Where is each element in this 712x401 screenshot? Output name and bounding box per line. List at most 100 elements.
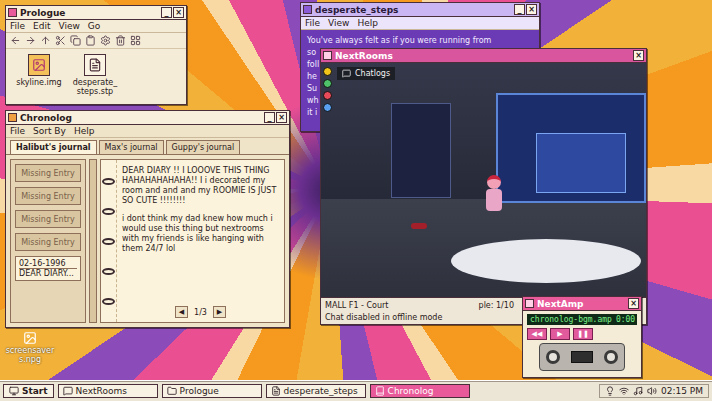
- menu-bar: File Edit View Go: [6, 20, 186, 33]
- gear-icon[interactable]: [100, 35, 111, 46]
- pager: ◀ 1/3 ▶: [122, 306, 279, 318]
- emote-icon[interactable]: [323, 91, 332, 100]
- up-icon[interactable]: [40, 35, 51, 46]
- entry-card[interactable]: Missing Entry: [15, 187, 81, 205]
- player-button[interactable]: ▶: [550, 328, 570, 340]
- menu-item[interactable]: View: [328, 18, 349, 28]
- page-count: 1/3: [194, 308, 207, 317]
- window-controls: ×: [633, 50, 644, 61]
- menu-item[interactable]: View: [59, 21, 80, 31]
- file-item[interactable]: desperate_steps.stp: [72, 54, 118, 96]
- entry-label: DEAR DIARY...: [19, 269, 77, 278]
- ring-icon: [102, 298, 115, 305]
- litter: [411, 223, 427, 229]
- grid-icon[interactable]: [130, 35, 141, 46]
- entry-label: Missing Entry: [19, 215, 77, 224]
- story-line: You've always felt as if you were runnin…: [307, 35, 533, 47]
- task-button[interactable]: Chronolog: [370, 384, 470, 398]
- pillar: [391, 103, 451, 198]
- entry-list: Missing Entry Missing Entry Missing Entry M…: [10, 159, 86, 323]
- avatar-head[interactable]: [487, 175, 501, 189]
- emote-icon[interactable]: [323, 79, 332, 88]
- task-button[interactable]: NextRooms: [58, 384, 158, 398]
- window-control-button[interactable]: ×: [276, 112, 287, 123]
- entry-label: Missing Entry: [19, 192, 77, 201]
- entry-date: 02-16-1996: [19, 259, 77, 269]
- window-title: desperate_steps: [315, 5, 511, 15]
- file-item[interactable]: skyline.img: [16, 54, 62, 96]
- nextrooms-window: NextRooms×ChatlogsMALL F1 - Courtple: 1/…: [320, 48, 647, 325]
- menu-item[interactable]: Help: [357, 18, 378, 28]
- window-title: NextRooms: [335, 51, 630, 61]
- window-control-button[interactable]: _: [264, 112, 275, 123]
- window-control-button[interactable]: _: [514, 4, 525, 15]
- journal-paragraph: DEAR DIARY !! I LOOOVE THIS THING HAHAHA…: [122, 166, 279, 206]
- player-button[interactable]: ◀◀: [527, 328, 547, 340]
- menu-item[interactable]: Help: [74, 126, 95, 136]
- page-content: DEAR DIARY !! I LOOOVE THIS THING HAHAHA…: [117, 160, 284, 322]
- document-file-icon: [84, 54, 106, 76]
- avatar-body[interactable]: [486, 189, 502, 211]
- menu-item[interactable]: File: [10, 126, 25, 136]
- journal-tab[interactable]: Guppy's journal: [166, 140, 241, 154]
- entry-card[interactable]: Missing Entry: [15, 233, 81, 251]
- player-body: chronolog-bgm.amp0:00◀◀▶❚❚: [523, 311, 641, 377]
- nextamp-window: NextAmp×chronolog-bgm.amp0:00◀◀▶❚❚: [522, 296, 642, 378]
- trash-icon[interactable]: [115, 35, 126, 46]
- copy-icon[interactable]: [70, 35, 81, 46]
- volume-icon[interactable]: [647, 386, 657, 396]
- window-control-button[interactable]: ×: [526, 4, 537, 15]
- emote-icon[interactable]: [323, 67, 332, 76]
- chatlogs-label: Chatlogs: [355, 69, 390, 78]
- menu-item[interactable]: File: [305, 18, 320, 28]
- title-bar[interactable]: desperate_steps_×: [301, 3, 539, 17]
- menu-item[interactable]: Sort By: [33, 126, 66, 136]
- window-title: NextAmp: [537, 299, 625, 309]
- journal-tab[interactable]: Halibut's journal: [10, 140, 97, 154]
- window-control-button[interactable]: ×: [633, 50, 644, 61]
- title-bar[interactable]: NextRooms×: [321, 49, 646, 63]
- next-page-button[interactable]: ▶: [213, 306, 226, 318]
- window-icon: [8, 8, 17, 17]
- desktop-icon[interactable]: screensavers.npg: [4, 331, 56, 364]
- scrollbar[interactable]: [89, 159, 97, 323]
- back-icon[interactable]: [10, 35, 21, 46]
- window-title: Chronolog: [20, 113, 261, 123]
- ring-icon: [102, 268, 115, 275]
- start-button[interactable]: Start: [3, 384, 54, 398]
- game-scene[interactable]: Chatlogs: [321, 63, 646, 297]
- menu-item[interactable]: Edit: [33, 21, 50, 31]
- window-control-button[interactable]: ×: [173, 7, 184, 18]
- image-file-icon: [23, 331, 37, 345]
- lightbulb-icon[interactable]: [605, 386, 615, 396]
- prev-page-button[interactable]: ◀: [175, 306, 188, 318]
- network-icon[interactable]: [619, 386, 629, 396]
- paste-icon[interactable]: [85, 35, 96, 46]
- chatlogs-panel[interactable]: Chatlogs: [337, 67, 395, 80]
- title-bar[interactable]: NextAmp×: [523, 297, 641, 311]
- menu-item[interactable]: Go: [88, 21, 100, 31]
- menu-item[interactable]: File: [10, 21, 25, 31]
- task-button[interactable]: desperate_steps: [266, 384, 366, 398]
- file-grid: skyline.imgdesperate_steps.stp: [6, 49, 186, 101]
- window-icon: [525, 299, 534, 308]
- cut-icon[interactable]: [55, 35, 66, 46]
- forward-icon[interactable]: [25, 35, 36, 46]
- task-button[interactable]: Prologue: [162, 384, 262, 398]
- journal-tab[interactable]: Max's journal: [99, 140, 164, 154]
- entry-card[interactable]: Missing Entry: [15, 164, 81, 182]
- title-bar[interactable]: Chronolog_×: [6, 111, 289, 125]
- entry-card[interactable]: Missing Entry: [15, 210, 81, 228]
- screen: screensavers.npgdesperate_steps_×FileVie…: [0, 0, 712, 401]
- ring-icon: [102, 178, 115, 185]
- window-controls: _×: [514, 4, 537, 15]
- title-bar[interactable]: Prologue_×: [6, 6, 186, 20]
- emote-icon[interactable]: [323, 103, 332, 112]
- music-icon[interactable]: [633, 386, 643, 396]
- journal-page: DEAR DIARY !! I LOOOVE THIS THING HAHAHA…: [100, 159, 285, 323]
- image-file-icon: [28, 54, 50, 76]
- player-button[interactable]: ❚❚: [573, 328, 593, 340]
- window-control-button[interactable]: ×: [628, 298, 639, 309]
- window-control-button[interactable]: _: [161, 7, 172, 18]
- entry-card[interactable]: 02-16-1996DEAR DIARY...: [15, 256, 81, 281]
